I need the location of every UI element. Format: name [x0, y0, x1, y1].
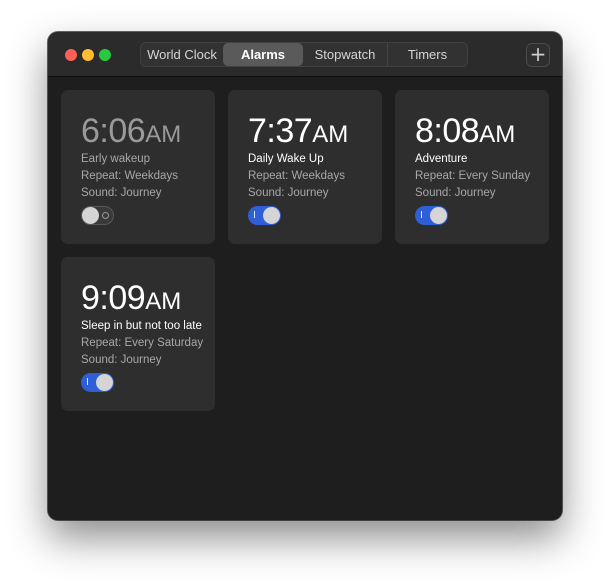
alarm-ampm: AM	[479, 121, 516, 148]
alarm-sound: Sound: Journey	[81, 354, 162, 366]
alarm-repeat: Repeat: Every Saturday	[81, 337, 204, 349]
clock-app-window: World Clock Alarms Stopwatch Timers + 6:…	[48, 32, 562, 520]
alarm-time-digits: 8:08	[415, 112, 480, 150]
alarm-label: Adventure	[415, 153, 468, 165]
tab-world-clock[interactable]: World Clock	[141, 43, 223, 66]
alarm-toggle[interactable]	[81, 206, 114, 225]
alarm-toggle[interactable]	[81, 373, 114, 392]
alarm-toggle[interactable]	[248, 206, 281, 225]
toggle-on-icon	[87, 378, 88, 385]
alarm-ampm: AM	[145, 288, 182, 315]
alarm-ampm: AM	[145, 121, 182, 148]
alarms-grid: 6:06AM Early wakeup Repeat: Weekdays Sou…	[48, 77, 562, 520]
alarm-sound: Sound: Journey	[81, 187, 162, 199]
zoom-window-button[interactable]	[99, 49, 111, 61]
alarm-time: 8:08AM	[415, 112, 515, 151]
add-alarm-button[interactable]: +	[526, 43, 550, 67]
alarm-label: Early wakeup	[81, 153, 151, 165]
toggle-knob	[263, 207, 280, 224]
alarm-sound: Sound: Journey	[415, 187, 496, 199]
alarm-repeat: Repeat: Weekdays	[81, 170, 178, 182]
alarm-repeat: Repeat: Weekdays	[248, 170, 345, 182]
alarm-toggle[interactable]	[415, 206, 448, 225]
toggle-off-icon	[102, 212, 109, 219]
tab-alarms[interactable]: Alarms	[223, 43, 303, 66]
alarm-card[interactable]: 9:09AM Sleep in but not too late Repeat:…	[61, 257, 215, 411]
alarm-card[interactable]: 6:06AM Early wakeup Repeat: Weekdays Sou…	[61, 90, 215, 244]
minimize-window-button[interactable]	[82, 49, 94, 61]
view-tabs: World Clock Alarms Stopwatch Timers	[140, 42, 468, 67]
alarm-time-digits: 6:06	[81, 112, 146, 150]
tab-stopwatch[interactable]: Stopwatch	[303, 43, 387, 66]
alarm-time: 6:06AM	[81, 112, 181, 151]
close-window-button[interactable]	[65, 49, 77, 61]
alarm-card[interactable]: 8:08AM Adventure Repeat: Every Sunday So…	[395, 90, 549, 244]
title-bar: World Clock Alarms Stopwatch Timers +	[48, 32, 562, 77]
toggle-on-icon	[421, 211, 422, 218]
alarm-time-digits: 7:37	[248, 112, 313, 150]
alarm-time: 9:09AM	[81, 279, 181, 318]
alarm-label: Sleep in but not too late	[81, 320, 202, 332]
alarm-repeat: Repeat: Every Sunday	[415, 170, 531, 182]
alarm-label: Daily Wake Up	[248, 153, 324, 165]
alarm-time-digits: 9:09	[81, 279, 146, 317]
alarm-sound: Sound: Journey	[248, 187, 329, 199]
plus-icon: +	[529, 42, 547, 66]
toggle-knob	[96, 374, 113, 391]
toggle-knob	[82, 207, 99, 224]
tab-timers[interactable]: Timers	[387, 43, 467, 66]
alarm-time: 7:37AM	[248, 112, 348, 151]
alarm-ampm: AM	[312, 121, 349, 148]
toggle-on-icon	[254, 211, 255, 218]
alarm-card[interactable]: 7:37AM Daily Wake Up Repeat: Weekdays So…	[228, 90, 382, 244]
toggle-knob	[430, 207, 447, 224]
